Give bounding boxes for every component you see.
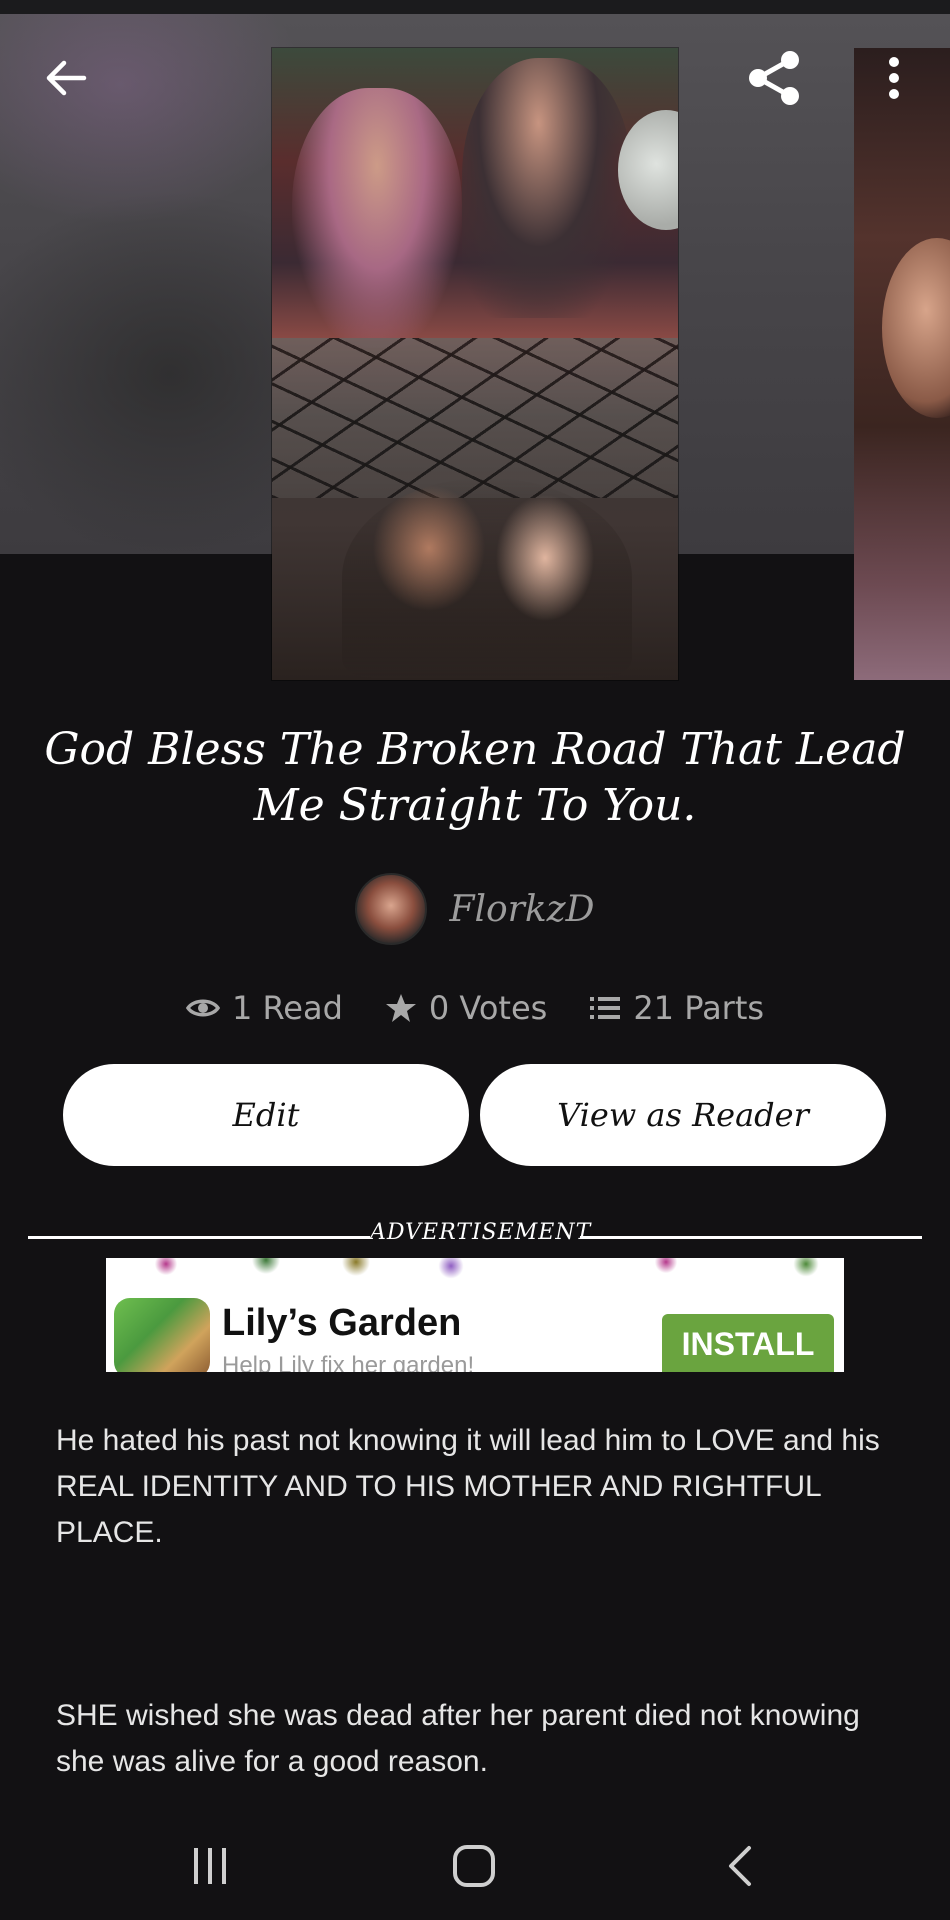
cover-art-figure [882, 238, 950, 418]
edit-button[interactable]: Edit [63, 1064, 469, 1166]
ad-tagline: Help Lily fix her garden! [222, 1352, 475, 1372]
cover-art-figure [292, 88, 462, 348]
more-options-button[interactable] [872, 46, 916, 110]
more-vertical-icon [889, 57, 899, 99]
back-button[interactable] [36, 48, 96, 108]
parts-stat: 21 Parts [589, 989, 764, 1027]
author-info[interactable]: FlorkzD [0, 873, 950, 945]
avatar[interactable] [355, 873, 428, 945]
reads-count: 1 Read [231, 989, 343, 1027]
story-title: God Bless The Broken Road That Lead Me S… [44, 724, 906, 831]
votes-stat: 0 Votes [385, 989, 547, 1027]
cover-art-cracked-road [272, 338, 678, 498]
recent-apps-button[interactable] [160, 1826, 260, 1906]
share-icon [749, 51, 799, 105]
home-button[interactable] [424, 1826, 524, 1906]
story-cover [272, 48, 678, 680]
advertisement-label: ADVERTISEMENT [370, 1220, 592, 1245]
parts-count: 21 Parts [633, 989, 765, 1027]
votes-count: 0 Votes [428, 989, 548, 1027]
list-icon [590, 997, 621, 1019]
reads-stat: 1 Read [185, 989, 343, 1027]
ad-decoration [106, 1258, 844, 1288]
next-story-cover[interactable] [854, 48, 950, 680]
cover-art-couple [342, 478, 632, 678]
divider [28, 1236, 370, 1239]
system-nav-bar [0, 1806, 950, 1920]
divider [580, 1236, 922, 1239]
cover-art-figure [462, 58, 632, 318]
author-name[interactable]: FlorkzD [449, 889, 594, 930]
home-icon [453, 1845, 495, 1887]
story-stats: 1 Read 0 Votes 21 Parts [0, 980, 950, 1036]
share-button[interactable] [740, 46, 808, 110]
chevron-left-icon [729, 1846, 751, 1886]
star-icon [385, 994, 416, 1022]
ad-app-name: Lily’s Garden [222, 1302, 462, 1344]
description-paragraph: SHE wished she was dead after her parent… [56, 1699, 860, 1778]
view-as-reader-button[interactable]: View as Reader [480, 1064, 886, 1166]
eye-icon [185, 999, 220, 1017]
recent-apps-icon [194, 1848, 226, 1884]
app-icon [114, 1298, 210, 1372]
status-bar [0, 0, 950, 14]
description-paragraph: He hated his past not knowing it will le… [56, 1424, 880, 1549]
nav-back-button[interactable] [690, 1826, 790, 1906]
install-button[interactable]: INSTALL [662, 1314, 834, 1372]
ad-banner[interactable]: Lily’s Garden Help Lily fix her garden! … [106, 1258, 844, 1372]
back-arrow-icon [46, 60, 87, 96]
